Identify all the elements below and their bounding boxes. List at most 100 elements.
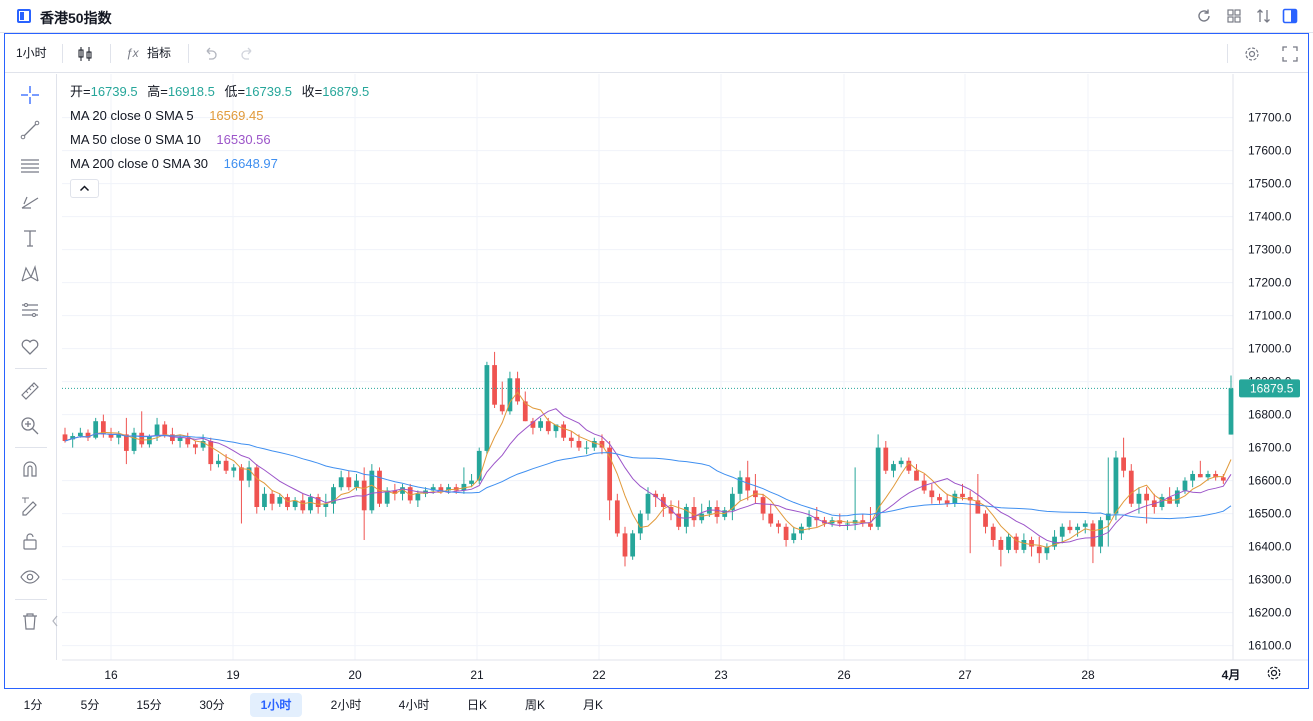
candle-body[interactable]	[1090, 523, 1096, 547]
interval-6-button[interactable]: 4小时	[390, 693, 438, 717]
candle-body[interactable]	[806, 516, 812, 527]
candle-body[interactable]	[929, 490, 935, 498]
candle-body[interactable]	[515, 378, 520, 402]
candle-body[interactable]	[239, 467, 244, 481]
sort-arrows-icon[interactable]	[1256, 8, 1272, 24]
candle-body[interactable]	[208, 441, 214, 465]
ma20-row[interactable]: MA 20 close 0 SMA 5 16569.45	[70, 108, 263, 124]
candle-body[interactable]	[492, 365, 497, 405]
candle-body[interactable]	[354, 480, 359, 488]
candlestick-type-icon[interactable]	[76, 45, 94, 63]
candle-body[interactable]	[216, 460, 221, 465]
candle-body[interactable]	[699, 513, 705, 521]
candle-body[interactable]	[1220, 477, 1226, 481]
candle-body[interactable]	[607, 447, 613, 501]
candle-body[interactable]	[576, 441, 582, 448]
candle-body[interactable]	[783, 526, 789, 540]
candle-body[interactable]	[93, 421, 99, 438]
ma200-row[interactable]: MA 200 close 0 SMA 30 16648.97	[70, 156, 278, 172]
fullscreen-icon[interactable]	[1281, 45, 1299, 63]
trash-icon[interactable]	[19, 610, 41, 632]
candle-body[interactable]	[630, 533, 636, 557]
candle-body[interactable]	[1144, 493, 1149, 501]
sidebar-toggle-icon[interactable]	[1282, 8, 1298, 24]
candle-body[interactable]	[154, 424, 160, 437]
interval-4-button[interactable]: 1小时	[250, 693, 302, 717]
candle-body[interactable]	[139, 432, 145, 445]
grid-layout-icon[interactable]	[1226, 8, 1242, 24]
candle-body[interactable]	[1174, 490, 1180, 504]
candle-body[interactable]	[645, 493, 651, 514]
candle-body[interactable]	[308, 497, 313, 511]
candle-body[interactable]	[538, 421, 543, 428]
candle-body[interactable]	[377, 470, 382, 504]
candle-body[interactable]	[568, 437, 574, 441]
candle-body[interactable]	[937, 497, 942, 501]
interval-selector[interactable]: 1小时	[16, 34, 47, 73]
candle-body[interactable]	[561, 424, 566, 438]
candle-body[interactable]	[262, 493, 267, 507]
pitchfork-icon[interactable]	[19, 191, 41, 213]
candle-body[interactable]	[231, 467, 237, 471]
candle-body[interactable]	[545, 421, 551, 432]
interval-5-button[interactable]: 2小时	[322, 693, 370, 717]
indicators-button[interactable]: 指标	[147, 34, 171, 73]
interval-7-button[interactable]: 日K	[460, 693, 494, 717]
candle-body[interactable]	[845, 523, 850, 525]
candle-body[interactable]	[1113, 457, 1119, 514]
candle-body[interactable]	[990, 526, 996, 540]
candle-body[interactable]	[499, 404, 505, 412]
magnet-icon[interactable]	[19, 458, 41, 480]
candle-body[interactable]	[776, 523, 781, 527]
candle-body[interactable]	[1021, 540, 1027, 550]
candle-body[interactable]	[998, 540, 1004, 550]
candle-body[interactable]	[1082, 523, 1088, 527]
candle-body[interactable]	[123, 434, 129, 451]
refresh-icon[interactable]	[1196, 8, 1212, 24]
candle-body[interactable]	[952, 493, 958, 504]
candle-body[interactable]	[1075, 526, 1080, 531]
interval-1-button[interactable]: 5分	[70, 693, 110, 717]
candle-body[interactable]	[1036, 546, 1042, 554]
candle-body[interactable]	[346, 477, 352, 488]
candle-body[interactable]	[277, 497, 283, 504]
lock-icon[interactable]	[19, 530, 41, 552]
legend-collapse-button[interactable]	[70, 179, 99, 198]
interval-3-button[interactable]: 30分	[190, 693, 234, 717]
candle-body[interactable]	[914, 470, 919, 481]
candle-body[interactable]	[1059, 526, 1065, 537]
interval-8-button[interactable]: 周K	[516, 693, 554, 717]
ruler-icon[interactable]	[19, 380, 41, 402]
candle-body[interactable]	[162, 424, 168, 435]
draw-lock-icon[interactable]	[19, 494, 41, 516]
candle-body[interactable]	[637, 513, 643, 534]
candle-body[interactable]	[1190, 474, 1196, 481]
trend-line-icon[interactable]	[19, 119, 41, 141]
candle-body[interactable]	[254, 467, 260, 507]
candle-body[interactable]	[77, 432, 83, 437]
candle-body[interactable]	[622, 533, 628, 557]
candle-body[interactable]	[760, 497, 766, 514]
horizontal-lines-icon[interactable]	[19, 155, 41, 177]
candle-body[interactable]	[269, 493, 275, 504]
candle-body[interactable]	[584, 447, 590, 449]
prediction-icon[interactable]	[19, 299, 41, 321]
undo-icon[interactable]	[201, 45, 219, 63]
interval-9-button[interactable]: 月K	[574, 693, 612, 717]
candle-body[interactable]	[223, 460, 229, 471]
candle-body[interactable]	[1067, 526, 1073, 531]
candle-body[interactable]	[791, 533, 797, 540]
candle-body[interactable]	[476, 450, 482, 481]
candle-body[interactable]	[338, 477, 344, 488]
candle-body[interactable]	[883, 447, 889, 471]
candle-body[interactable]	[484, 365, 490, 451]
candle-body[interactable]	[960, 493, 965, 498]
candle-body[interactable]	[300, 500, 306, 511]
candle-body[interactable]	[1098, 520, 1103, 547]
axis-settings-icon[interactable]	[1267, 666, 1281, 680]
settings-icon[interactable]	[1243, 45, 1261, 63]
candle-body[interactable]	[898, 460, 904, 465]
candle-body[interactable]	[1006, 536, 1011, 550]
candle-body[interactable]	[469, 480, 474, 484]
candle-body[interactable]	[438, 487, 444, 491]
